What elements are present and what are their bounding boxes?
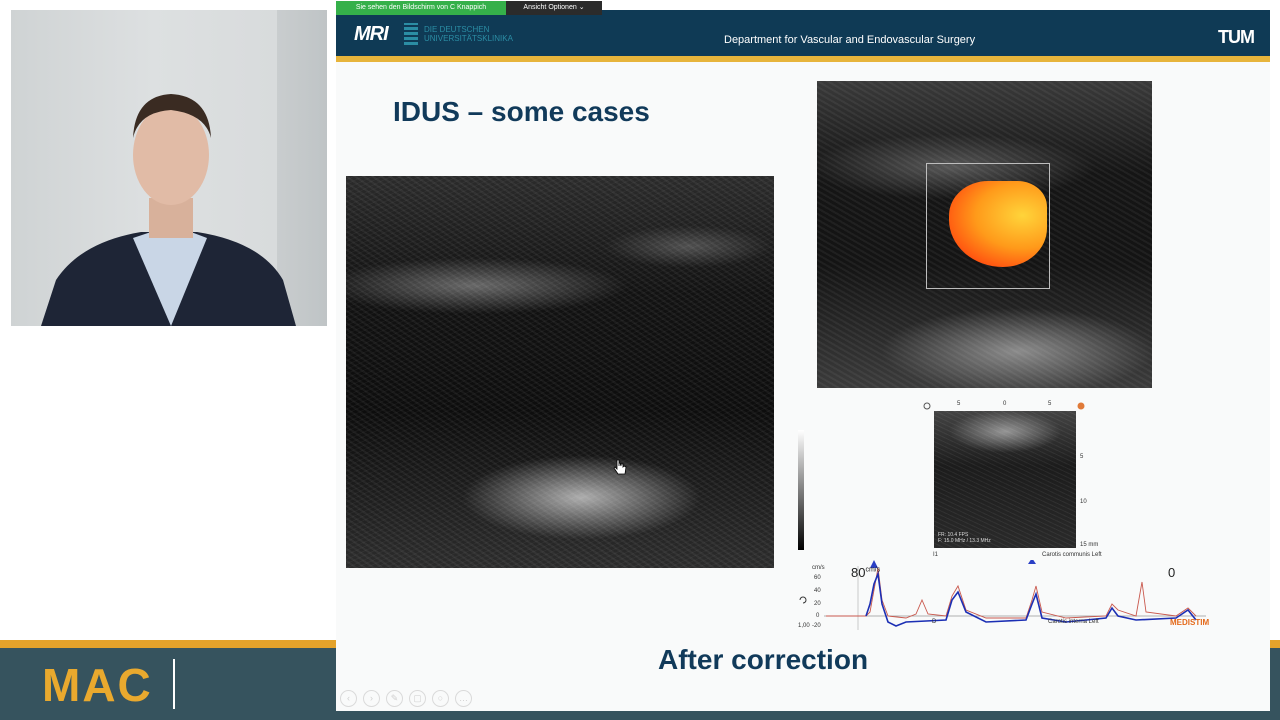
bottom-bar: [336, 711, 1270, 720]
label-carotis-communis: Carotis communis Left: [1042, 552, 1102, 558]
more-icon[interactable]: …: [455, 690, 472, 707]
presentation-toolbar: ‹ › ✎ ▢ ○ …: [340, 690, 472, 707]
pen-icon[interactable]: ✎: [386, 690, 403, 707]
view-options-button[interactable]: Ansicht Optionen ⌄: [506, 1, 602, 15]
chevron-down-icon: ⌄: [578, 4, 585, 11]
presenter-figure: [41, 94, 296, 326]
velocity-unit: cm/s: [865, 566, 881, 574]
mri-logo: MRI: [354, 23, 389, 45]
right-brand-bar: [1270, 640, 1280, 720]
view-options-label: Ansicht Optionen: [523, 4, 577, 11]
spectrum-tick-neg20: -20: [812, 623, 821, 629]
scale-right-5: 5: [1080, 454, 1084, 460]
velocity-max: 80cm/s: [851, 565, 880, 580]
slide-header: MRI DIE DEUTSCHEN UNIVERSITÄTSKLINIKA De…: [336, 10, 1270, 62]
copy-icon[interactable]: ▢: [409, 690, 426, 707]
label-carotis-interna: Carotis interna Left: [1048, 619, 1099, 625]
scale-top-center: 0: [1003, 401, 1007, 407]
right-brand-stripe: [1270, 640, 1280, 648]
label-i1: I1: [933, 552, 939, 558]
spectrum-bottom-scale: 1,00: [798, 623, 810, 629]
scale-top-right: 5: [1048, 401, 1052, 407]
shared-slide: MRI DIE DEUTSCHEN UNIVERSITÄTSKLINIKA De…: [336, 10, 1270, 711]
ultrasound-image-main: [346, 176, 774, 568]
label-d: D: [932, 619, 937, 625]
refresh-icon: [799, 596, 807, 604]
university-logo-text: DIE DEUTSCHEN UNIVERSITÄTSKLINIKA: [424, 25, 513, 43]
ultrasound-texture: [346, 176, 774, 568]
mac-logo: MAC: [42, 659, 153, 711]
scale-top-left: 5: [957, 401, 961, 407]
scale-circle-right-icon: [1077, 402, 1085, 410]
ultrasound-texture: [934, 411, 1076, 548]
slide-title: IDUS – some cases: [393, 96, 650, 127]
spectrum-tick-60: 60: [814, 575, 821, 581]
university-logo: DIE DEUTSCHEN UNIVERSITÄTSKLINIKA: [404, 22, 534, 46]
webcam-video: [11, 10, 327, 326]
spectrum-unit: cm/s: [812, 565, 825, 571]
zoom-icon[interactable]: ○: [432, 690, 449, 707]
header-gold-stripe: [336, 56, 1270, 62]
screen-share-banner: Sie sehen den Bildschirm von C Knappich: [336, 1, 506, 15]
brand-stripe: [0, 640, 336, 648]
tum-logo: TUM: [1218, 27, 1255, 47]
velocity-max-value: 80: [851, 565, 866, 580]
department-title: Department for Vascular and Endovascular…: [724, 34, 976, 46]
spectrum-tick-0: 0: [816, 613, 820, 619]
ultrasound-info: FR: 10.4 FPS F: 15.0 MHz / 13.3 MHz: [938, 532, 991, 544]
prev-icon[interactable]: ‹: [340, 690, 357, 707]
ultrasound-image-doppler: [817, 81, 1152, 388]
cursor-hand-icon: [613, 459, 627, 475]
scale-circle-left-icon: [923, 402, 931, 410]
right-margin: [1270, 10, 1280, 711]
next-icon[interactable]: ›: [363, 690, 380, 707]
university-mark-icon: [404, 23, 418, 45]
grayscale-bar: [798, 430, 804, 550]
slide-caption: After correction: [658, 644, 869, 675]
info-line-2: F: 15.0 MHz / 13.3 MHz: [938, 538, 991, 544]
spectrum-tick-20: 20: [814, 601, 821, 607]
ultrasound-image-small: FR: 10.4 FPS F: 15.0 MHz / 13.3 MHz: [934, 411, 1076, 548]
spectrum-tick-40: 40: [814, 588, 821, 594]
scale-right-15: 15 mm: [1080, 542, 1099, 548]
logo-divider: [173, 659, 175, 709]
medistim-logo: MEDISTIM: [1170, 618, 1210, 627]
scale-right-10: 10: [1080, 499, 1087, 505]
velocity-zero: 0: [1168, 565, 1176, 580]
